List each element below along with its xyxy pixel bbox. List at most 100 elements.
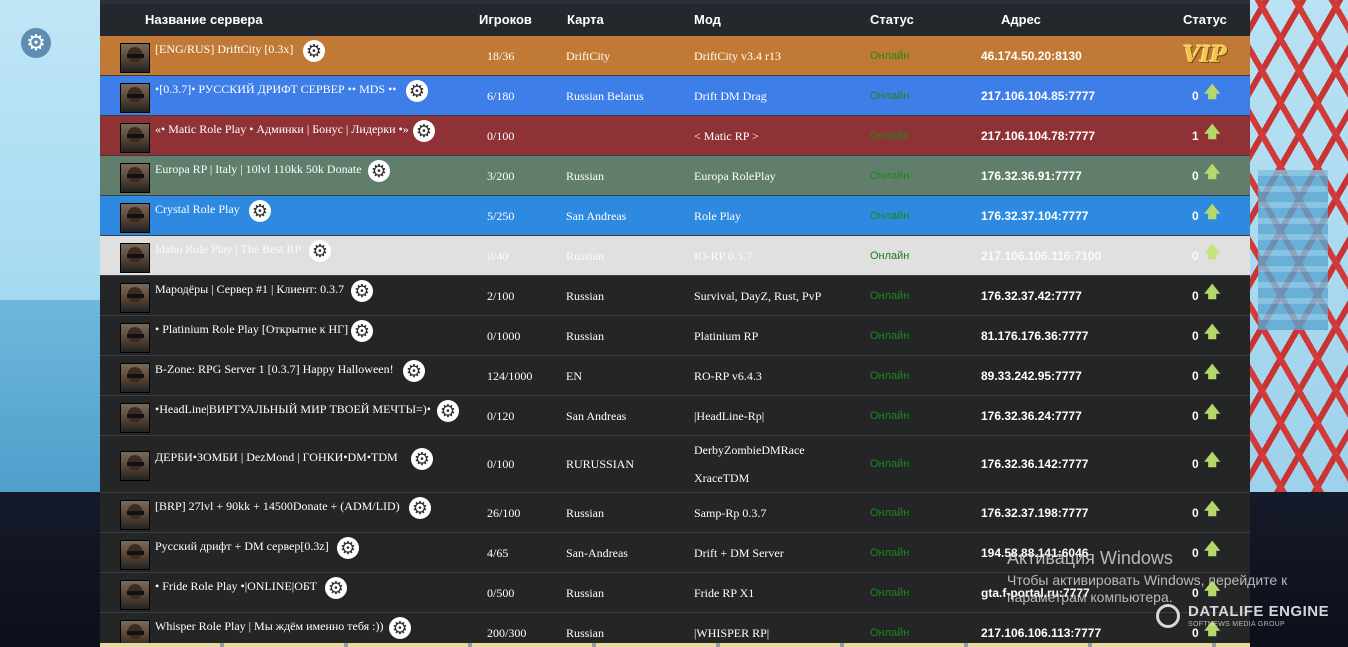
server-mode: Role Play [694,209,741,223]
server-map: Russian [566,249,605,263]
server-settings-gear-icon[interactable]: ⚙ [337,537,359,559]
server-avatar [120,123,150,153]
server-settings-gear-icon[interactable]: ⚙ [413,120,435,142]
server-map: Russian [566,329,605,343]
table-row[interactable]: B-Zone: RPG Server 1 [0.3.7] Happy Hallo… [100,356,1250,396]
server-settings-gear-icon[interactable]: ⚙ [325,577,347,599]
server-address[interactable]: 46.174.50.20:8130 [981,49,1082,63]
vote-arrow-up-icon[interactable]: 🡅 [1204,449,1220,476]
server-status: Онлайн [870,410,910,422]
server-address[interactable]: 217.106.106.116:7100 [981,249,1101,263]
table-row[interactable]: •HeadLine|ВИРТУАЛЬНЫЙ МИР ТВОЕЙ МЕЧТЫ=)•… [100,396,1250,436]
vip-badge: VIP [1183,42,1227,68]
server-status: Онлайн [870,370,910,382]
server-settings-gear-icon[interactable]: ⚙ [437,400,459,422]
table-row[interactable]: Whisper Role Play | Мы ждём именно тебя … [100,613,1250,643]
server-map: Russian [566,506,605,520]
server-map: EN [566,369,582,383]
server-name[interactable]: Crystal Role Play [155,202,240,217]
server-status: Онлайн [870,547,910,559]
server-name[interactable]: ДЕРБИ•ЗОМБИ | DezMond | ГОНКИ•DM•TDM [155,450,398,465]
server-name[interactable]: Idaho Role Play | The Best RP [155,242,301,257]
server-address[interactable]: 81.176.176.36:7777 [981,329,1088,343]
server-name[interactable]: Русский дрифт + DM сервер[0.3z] [155,539,329,554]
server-mode: |WHISPER RP| [694,626,770,640]
server-votes: 0 [1192,457,1199,471]
server-settings-gear-icon[interactable]: ⚙ [303,40,325,62]
server-address[interactable]: 217.106.104.85:7777 [981,89,1095,103]
table-row[interactable]: •[0.3.7]• РУССКИЙ ДРИФТ СЕРВЕР •• MDS ••… [100,76,1250,116]
server-name[interactable]: • Platinium Role Play [Открытие к НГ] • [155,322,355,337]
server-players: 0/500 [487,586,515,600]
server-name[interactable]: Whisper Role Play | Мы ждём именно тебя … [155,619,384,634]
server-address[interactable]: 176.32.37.198:7777 [981,506,1088,520]
server-name[interactable]: •HeadLine|ВИРТУАЛЬНЫЙ МИР ТВОЕЙ МЕЧТЫ=)• [155,402,431,417]
server-settings-gear-icon[interactable]: ⚙ [309,240,331,262]
table-header: Название сервера Игроков Карта Мод Стату… [100,4,1250,36]
server-name[interactable]: Мародёры | Сервер #1 | Клиент: 0.3.7 [155,282,344,297]
server-votes: 0 [1192,89,1199,103]
server-settings-gear-icon[interactable]: ⚙ [389,617,411,639]
table-row[interactable]: [BRP] 27lvl + 90kk + 14500Donate + (ADM/… [100,493,1250,533]
server-votes: 0 [1192,329,1199,343]
server-settings-gear-icon[interactable]: ⚙ [351,320,373,342]
server-name[interactable]: [ENG/RUS] DriftCity [0.3x] [155,42,293,57]
server-address[interactable]: 176.32.36.142:7777 [981,457,1088,471]
table-row[interactable]: Crystal Role Play ⚙ 5/250 San Andreas Role P… [100,196,1250,236]
table-row[interactable]: ДЕРБИ•ЗОМБИ | DezMond | ГОНКИ•DM•TDM ⚙ 0/1… [100,436,1250,493]
settings-gear-icon[interactable]: ⚙ [21,28,51,58]
server-address[interactable]: 176.32.37.104:7777 [981,209,1088,223]
table-row[interactable]: [ENG/RUS] DriftCity [0.3x] ⚙ 18/36 DriftCit… [100,36,1250,76]
server-status: Онлайн [870,330,910,342]
server-name[interactable]: B-Zone: RPG Server 1 [0.3.7] Happy Hallo… [155,362,394,377]
server-settings-gear-icon[interactable]: ⚙ [351,280,373,302]
server-map: RURUSSIAN [566,457,635,471]
server-map: Russian [566,289,605,303]
table-row[interactable]: Idaho Role Play | The Best RP ⚙ 0/40 Russia… [100,236,1250,276]
server-mode: Survival, DayZ, Rust, PvP [694,289,822,303]
table-row[interactable]: «• Matic Role Play • Админки | Бонус | Л… [100,116,1250,156]
vote-arrow-up-icon[interactable]: 🡅 [1204,361,1220,388]
server-votes: 0 [1192,369,1199,383]
server-name[interactable]: [BRP] 27lvl + 90kk + 14500Donate + (ADM/… [155,499,400,514]
server-map: Russian Belarus [566,89,644,103]
table-row[interactable]: • Platinium Role Play [Открытие к НГ] • ⚙… [100,316,1250,356]
server-mode-line2: XraceTDM [694,471,750,485]
server-players: 0/100 [487,129,515,143]
server-avatar [120,83,150,113]
server-settings-gear-icon[interactable]: ⚙ [409,497,431,519]
server-avatar [120,363,150,393]
server-status: Онлайн [870,290,910,302]
server-address[interactable]: 176.32.36.24:7777 [981,409,1082,423]
server-players: 200/300 [487,626,527,640]
table-row[interactable]: Europa RP | Italy | 10lvl 110kk 50k Dona… [100,156,1250,196]
server-address[interactable]: 89.33.242.95:7777 [981,369,1082,383]
header-name: Название сервера [145,12,263,27]
server-settings-gear-icon[interactable]: ⚙ [249,200,271,222]
server-settings-gear-icon[interactable]: ⚙ [406,80,428,102]
server-name[interactable]: • Fride Role Play •|ONLINE|ОБТ [155,579,317,594]
vote-arrow-up-icon[interactable]: 🡅 [1204,241,1220,268]
server-settings-gear-icon[interactable]: ⚙ [411,448,433,470]
server-address[interactable]: 176.32.37.42:7777 [981,289,1082,303]
server-address[interactable]: 217.106.104.78:7777 [981,129,1095,143]
server-name[interactable]: «• Matic Role Play • Админки | Бонус | Л… [155,122,409,137]
vote-arrow-up-icon[interactable]: 🡅 [1204,498,1220,525]
vote-arrow-up-icon[interactable]: 🡅 [1204,81,1220,108]
dle-logo-icon [1156,604,1180,628]
server-settings-gear-icon[interactable]: ⚙ [368,160,390,182]
vote-arrow-up-icon[interactable]: 🡅 [1204,401,1220,428]
header-rating: Статус [1183,12,1227,27]
server-address[interactable]: 176.32.36.91:7777 [981,169,1082,183]
server-players: 0/100 [487,457,515,471]
vote-arrow-up-icon[interactable]: 🡅 [1204,321,1220,348]
server-address[interactable]: 217.106.106.113:7777 [981,626,1101,640]
vote-arrow-up-icon[interactable]: 🡅 [1204,161,1220,188]
vote-arrow-up-icon[interactable]: 🡅 [1204,281,1220,308]
table-row[interactable]: Мародёры | Сервер #1 | Клиент: 0.3.7 ⚙ 2/1… [100,276,1250,316]
server-name[interactable]: •[0.3.7]• РУССКИЙ ДРИФТ СЕРВЕР •• MDS •• [155,82,396,97]
vote-arrow-up-icon[interactable]: 🡅 [1204,121,1220,148]
vote-arrow-up-icon[interactable]: 🡅 [1204,201,1220,228]
server-settings-gear-icon[interactable]: ⚙ [403,360,425,382]
server-name[interactable]: Europa RP | Italy | 10lvl 110kk 50k Dona… [155,162,362,177]
